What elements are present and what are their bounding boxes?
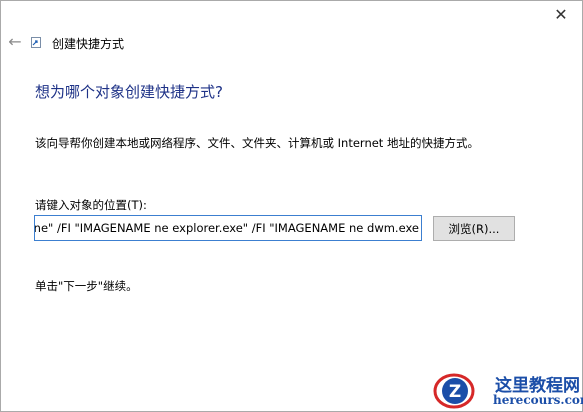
- shortcut-icon: [31, 37, 41, 48]
- window-title: 创建快捷方式: [52, 37, 125, 51]
- browse-button[interactable]: 浏览(R)...: [433, 216, 515, 241]
- location-input[interactable]: ne" /FI "IMAGENAME ne explorer.exe" /FI …: [34, 215, 422, 241]
- watermark-logo-icon: Z: [433, 373, 475, 409]
- continue-instruction: 单击"下一步"继续。: [35, 279, 138, 293]
- wizard-description: 该向导帮你创建本地或网络程序、文件、文件夹、计算机或 Internet 地址的快…: [35, 136, 479, 150]
- close-button[interactable]: ✕: [546, 3, 576, 25]
- close-icon: ✕: [554, 4, 568, 24]
- page-heading: 想为哪个对象创建快捷方式?: [35, 83, 223, 101]
- back-button[interactable]: ←: [5, 31, 25, 51]
- watermark-logo-letter: Z: [449, 382, 461, 402]
- location-value: ne" /FI "IMAGENAME ne explorer.exe" /FI …: [34, 221, 419, 235]
- watermark-url: herecours.com: [493, 393, 583, 407]
- create-shortcut-window: ✕ ← 创建快捷方式 想为哪个对象创建快捷方式? 该向导帮你创建本地或网络程序、…: [0, 0, 583, 412]
- watermark: Z 这里教程网 herecours.com: [433, 369, 583, 411]
- back-arrow-icon: ←: [8, 31, 22, 51]
- location-label: 请键入对象的位置(T):: [35, 198, 147, 212]
